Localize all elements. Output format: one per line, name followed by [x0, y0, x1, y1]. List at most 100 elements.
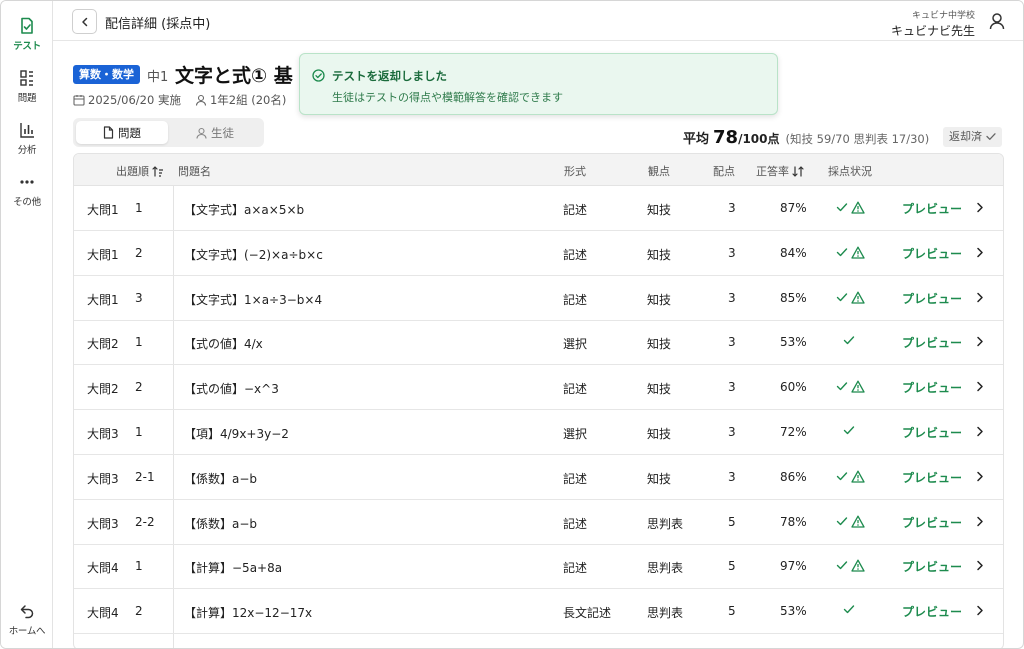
row-open-button[interactable] [976, 336, 984, 350]
preview-link[interactable]: プレビュー [902, 558, 962, 575]
problem-name-cell: 【式の値】−x^3 [184, 382, 279, 397]
average-score: 78 [713, 127, 739, 148]
preview-link[interactable]: プレビュー [902, 200, 962, 217]
table-row[interactable]: 大問4 2 【計算】12x−12−17x 長文記述 思判表 5 53% プレビュー [74, 589, 1003, 635]
row-open-button[interactable] [976, 247, 984, 261]
rate-cell: 97% [780, 559, 807, 574]
points-cell: 5 [728, 514, 736, 529]
points-cell: 3 [728, 201, 736, 215]
test-icon [21, 17, 33, 34]
row-open-button[interactable] [976, 292, 984, 306]
row-open-button[interactable] [976, 516, 984, 530]
chevron-right-icon [977, 202, 983, 213]
warning-icon [851, 470, 865, 483]
number-cell: 2-2 [135, 514, 155, 529]
table-row[interactable]: 大問1 3 【文字式】1×a÷3−b×4 記述 知技 3 85% プレビュー [74, 276, 1003, 321]
row-open-button[interactable] [976, 605, 984, 619]
row-open-button[interactable] [976, 202, 984, 216]
preview-link[interactable]: プレビュー [902, 603, 962, 620]
number-cell: 2 [135, 380, 143, 395]
number-cell: 1 [135, 559, 143, 574]
perspective-header: 観点 [648, 165, 670, 178]
sort-toggle-icon [792, 165, 804, 177]
person-icon [195, 94, 206, 106]
preview-link[interactable]: プレビュー [902, 424, 962, 441]
table-row[interactable]: 大問1 2 【文字式】(−2)×a÷b×c 記述 知技 3 84% プレビュー [74, 231, 1003, 276]
format-cell: 記述 [563, 247, 588, 262]
name-header: 問題名 [178, 165, 211, 178]
points-cell: 3 [728, 425, 736, 439]
toast-message: 生徒はテストの得点や模範解答を確認できます [332, 91, 563, 104]
table-row[interactable]: 大問2 1 【式の値】4/x 選択 知技 3 53% プレビュー [74, 320, 1003, 366]
app-window: テスト 問題 分析 その他 ホームへ 配信詳細 (採点中) キュビナ中学校 キュ… [0, 0, 1024, 649]
preview-link[interactable]: プレビュー [902, 379, 962, 396]
problem-name-cell: 【計算】−5a+8a [184, 561, 283, 576]
row-open-button[interactable] [976, 426, 984, 440]
rate-cell: 85% [780, 290, 807, 305]
check-icon [836, 382, 848, 391]
format-cell: 記述 [563, 516, 588, 531]
school-name: キュビナ中学校 [911, 11, 975, 21]
row-open-button[interactable] [976, 560, 984, 574]
preview-link[interactable]: プレビュー [902, 245, 962, 262]
preview-link[interactable]: プレビュー [902, 514, 962, 531]
sidebar-item-home[interactable]: ホームへ [1, 602, 53, 637]
points-cell: 3 [728, 245, 736, 260]
rate-cell: 60% [780, 380, 807, 395]
table-row[interactable]: 大問4 1 【計算】−5a+8a 記述 思判表 5 97% プレビュー [74, 544, 1003, 590]
sidebar-item-problems[interactable]: 問題 [1, 69, 53, 104]
tab-problems[interactable]: 問題 [76, 121, 168, 144]
preview-link[interactable]: プレビュー [902, 469, 962, 486]
warning-icon [851, 515, 865, 528]
more-icon [20, 180, 34, 184]
sidebar-item-analysis[interactable]: 分析 [1, 121, 53, 156]
row-open-button[interactable] [976, 471, 984, 485]
tab-students[interactable]: 生徒 [169, 121, 261, 144]
sidebar: テスト 問題 分析 その他 ホームへ [1, 1, 53, 648]
row-open-button[interactable] [976, 381, 984, 395]
sidebar-item-more[interactable]: その他 [1, 173, 53, 208]
check-icon [836, 516, 848, 525]
chevron-right-icon [977, 426, 983, 437]
page-title: 配信詳細 (採点中) [105, 17, 211, 32]
problem-name-cell: 【文字式】(−2)×a÷b×c [184, 247, 323, 262]
grading-status [836, 201, 865, 214]
preview-link[interactable]: プレビュー [902, 290, 962, 307]
warning-icon [851, 380, 865, 393]
section-cell: 大問4 [87, 606, 119, 621]
grading-status [843, 335, 855, 346]
returned-label: 返却済 [949, 130, 982, 143]
success-toast: テストを返却しました 生徒はテストの得点や模範解答を確認できます [299, 53, 778, 115]
table-row[interactable]: 大問3 2-1 【係数】a−b 記述 知技 3 86% プレビュー [74, 455, 1003, 500]
back-button[interactable] [72, 9, 97, 34]
sidebar-item-test[interactable]: テスト [1, 17, 53, 52]
points-cell: 3 [728, 380, 736, 395]
chevron-right-icon [977, 605, 983, 616]
check-icon [836, 561, 848, 570]
return-icon [20, 605, 34, 619]
grading-status [836, 380, 865, 393]
chevron-right-icon [977, 337, 983, 347]
points-cell: 3 [728, 290, 736, 305]
table-header: 出題順 問題名 形式 観点 配点 正答率 採点状況 [74, 154, 1003, 186]
grading-status [836, 559, 865, 573]
table-row[interactable]: 大問3 1 【項】4/9x+3y−2 選択 知技 3 72% プレビュー [74, 410, 1003, 455]
perspective-cell: 思判表 [647, 606, 684, 621]
table-row[interactable]: 大問1 1 【文字式】a×a×5×b 記述 知技 3 87% プレビュー [74, 186, 1003, 231]
warning-icon [851, 246, 865, 259]
grading-status [843, 604, 855, 615]
section-cell: 大問2 [87, 382, 119, 397]
perspective-cell: 知技 [647, 382, 672, 397]
table-row[interactable]: 大問3 2-2 【係数】a−b 記述 思判表 5 78% プレビュー [74, 500, 1003, 545]
preview-link[interactable]: プレビュー [902, 334, 962, 351]
table-row[interactable]: 大問2 2 【式の値】−x^3 記述 知技 3 60% プレビュー [74, 365, 1003, 411]
chevron-right-icon [977, 561, 983, 571]
test-date: 2025/06/20 実施 [88, 93, 181, 107]
user-icon[interactable] [989, 12, 1005, 30]
check-icon [836, 472, 848, 480]
problem-name-cell: 【文字式】a×a×5×b [184, 203, 305, 217]
rate-header[interactable]: 正答率 [756, 163, 804, 179]
grading-status [836, 246, 865, 259]
score-breakdown: (知技 59/70 思判表 17/30) [785, 132, 930, 146]
sort-order-header[interactable]: 出題順 [116, 163, 164, 179]
